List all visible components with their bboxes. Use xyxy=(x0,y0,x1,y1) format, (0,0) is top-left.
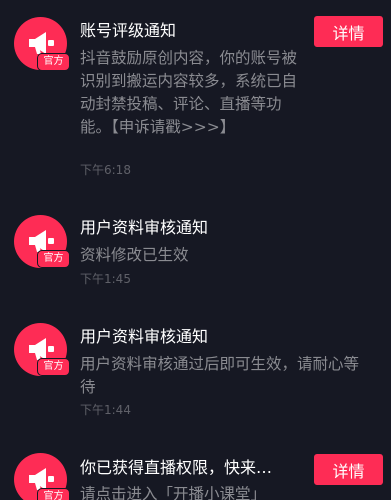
official-badge: 官方 xyxy=(37,250,70,268)
official-badge: 官方 xyxy=(37,358,70,376)
official-badge: 官方 xyxy=(37,53,70,71)
notification-title: 你已获得直播权限，快来… xyxy=(80,458,273,477)
notification-item[interactable]: 官方 你已获得直播权限，快来… 请点击进入「开播小课堂」 详情 xyxy=(0,440,391,500)
notification-time: 下午1:45 xyxy=(80,272,131,286)
notification-title: 用户资料审核通知 xyxy=(80,327,209,346)
notification-item[interactable]: 官方 用户资料审核通知 资料修改已生效 下午1:45 xyxy=(0,205,391,305)
details-button[interactable]: 详情 xyxy=(314,454,383,485)
notification-body: 资料修改已生效 xyxy=(80,246,189,264)
notification-body[interactable]: 抖音鼓励原创内容，你的账号被识别到搬运内容较多，系统已自动封禁投稿、评论、直播等… xyxy=(80,47,302,139)
details-button[interactable]: 详情 xyxy=(314,16,383,47)
notification-time: 下午1:44 xyxy=(80,403,131,417)
notification-body: 用户资料审核通过后即可生效，请耐心等待 xyxy=(80,355,360,396)
notification-item[interactable]: 官方 用户资料审核通知 用户资料审核通过后即可生效，请耐心等待 下午1:44 xyxy=(0,315,391,425)
notification-body: 请点击进入「开播小课堂」 xyxy=(80,485,267,500)
notification-time: 下午6:18 xyxy=(80,163,131,177)
notification-item[interactable]: 官方 账号评级通知 抖音鼓励原创内容，你的账号被识别到搬运内容较多，系统已自动封… xyxy=(0,0,391,200)
notification-title: 账号评级通知 xyxy=(80,21,177,40)
official-badge: 官方 xyxy=(37,488,70,500)
notification-title: 用户资料审核通知 xyxy=(80,218,209,237)
notification-list: 官方 账号评级通知 抖音鼓励原创内容，你的账号被识别到搬运内容较多，系统已自动封… xyxy=(0,0,391,500)
